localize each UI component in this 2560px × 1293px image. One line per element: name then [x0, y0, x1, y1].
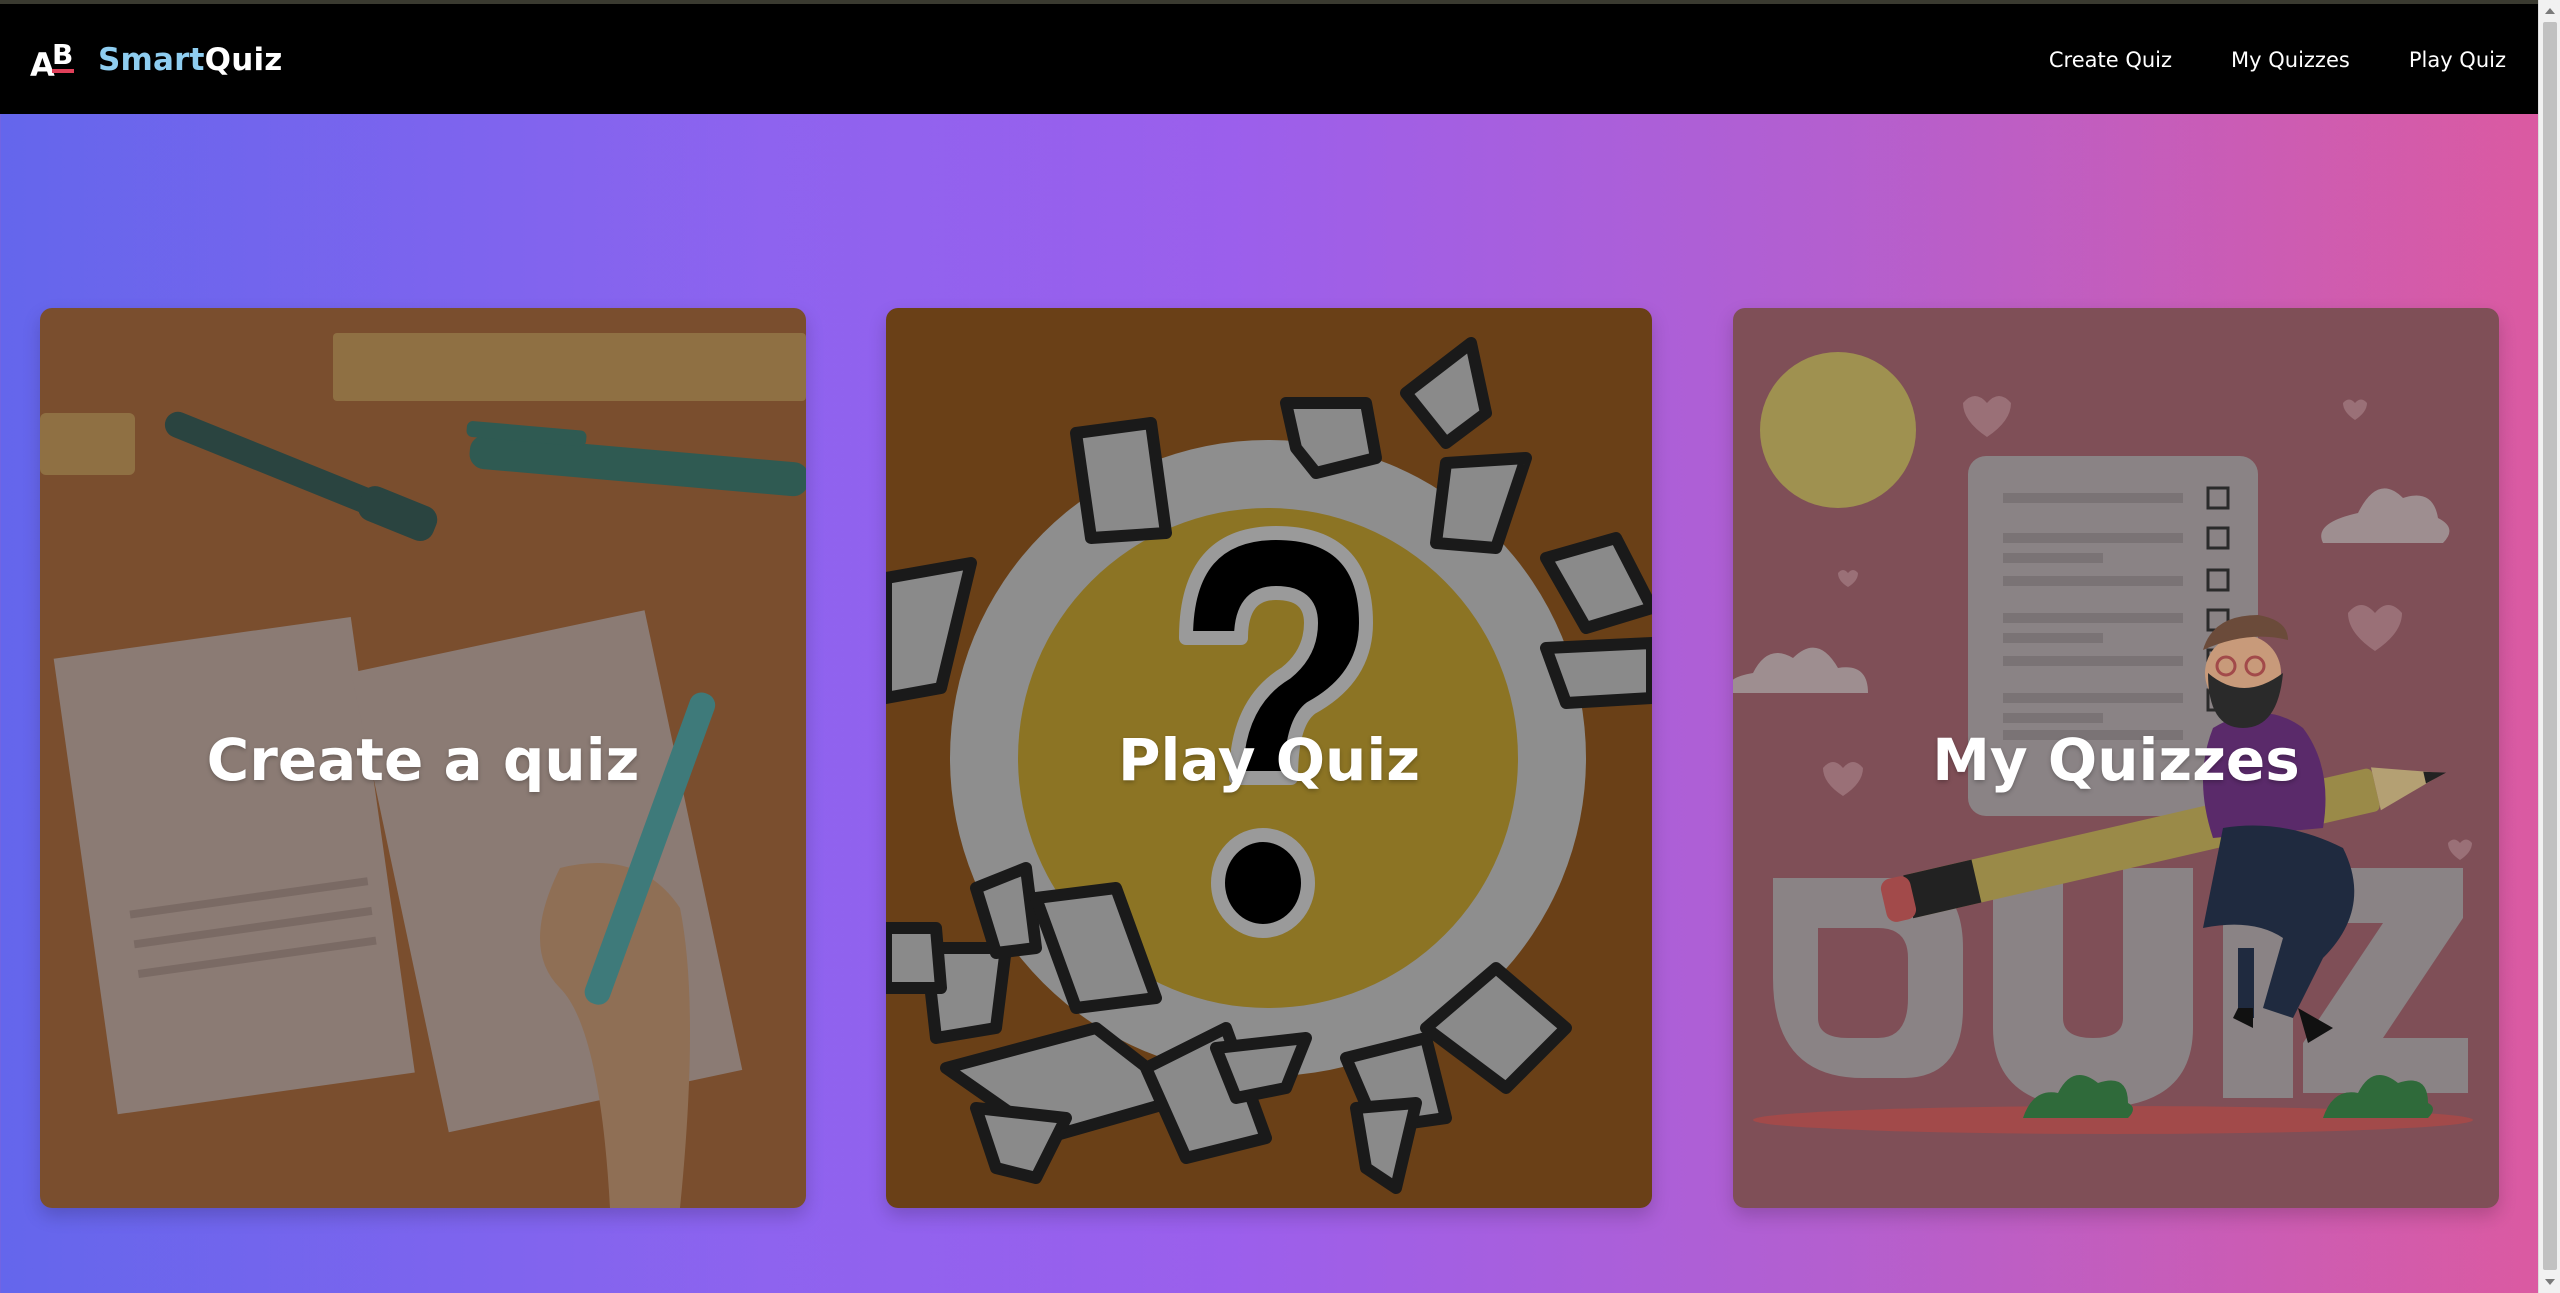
brand[interactable]: A B SmartQuiz	[30, 38, 283, 82]
scroll-down-arrow-icon[interactable]	[2545, 1279, 2555, 1285]
nav-link-create-quiz[interactable]: Create Quiz	[2049, 48, 2172, 72]
top-navbar: A B SmartQuiz Create Quiz My Quizzes Pla…	[0, 4, 2538, 114]
svg-text:B: B	[52, 38, 73, 71]
nav-link-my-quizzes[interactable]: My Quizzes	[2231, 48, 2350, 72]
create-quiz-title: Create a quiz	[206, 726, 640, 794]
my-quizzes-card[interactable]: My Quizzes	[1733, 308, 2499, 1208]
scroll-thumb[interactable]	[2543, 22, 2557, 1270]
my-quizzes-title: My Quizzes	[1932, 726, 2300, 794]
page-scrollbar[interactable]	[2538, 0, 2560, 1293]
nav-links: Create Quiz My Quizzes Play Quiz	[2049, 48, 2506, 72]
ab-logo-icon: A B	[30, 38, 74, 82]
brand-name: SmartQuiz	[98, 42, 283, 78]
create-quiz-card[interactable]: Create a quiz	[40, 308, 806, 1208]
scroll-up-arrow-icon[interactable]	[2545, 8, 2555, 14]
nav-link-play-quiz[interactable]: Play Quiz	[2409, 48, 2506, 72]
play-quiz-title: Play Quiz	[1118, 726, 1420, 794]
play-quiz-card[interactable]: Play Quiz	[886, 308, 1652, 1208]
